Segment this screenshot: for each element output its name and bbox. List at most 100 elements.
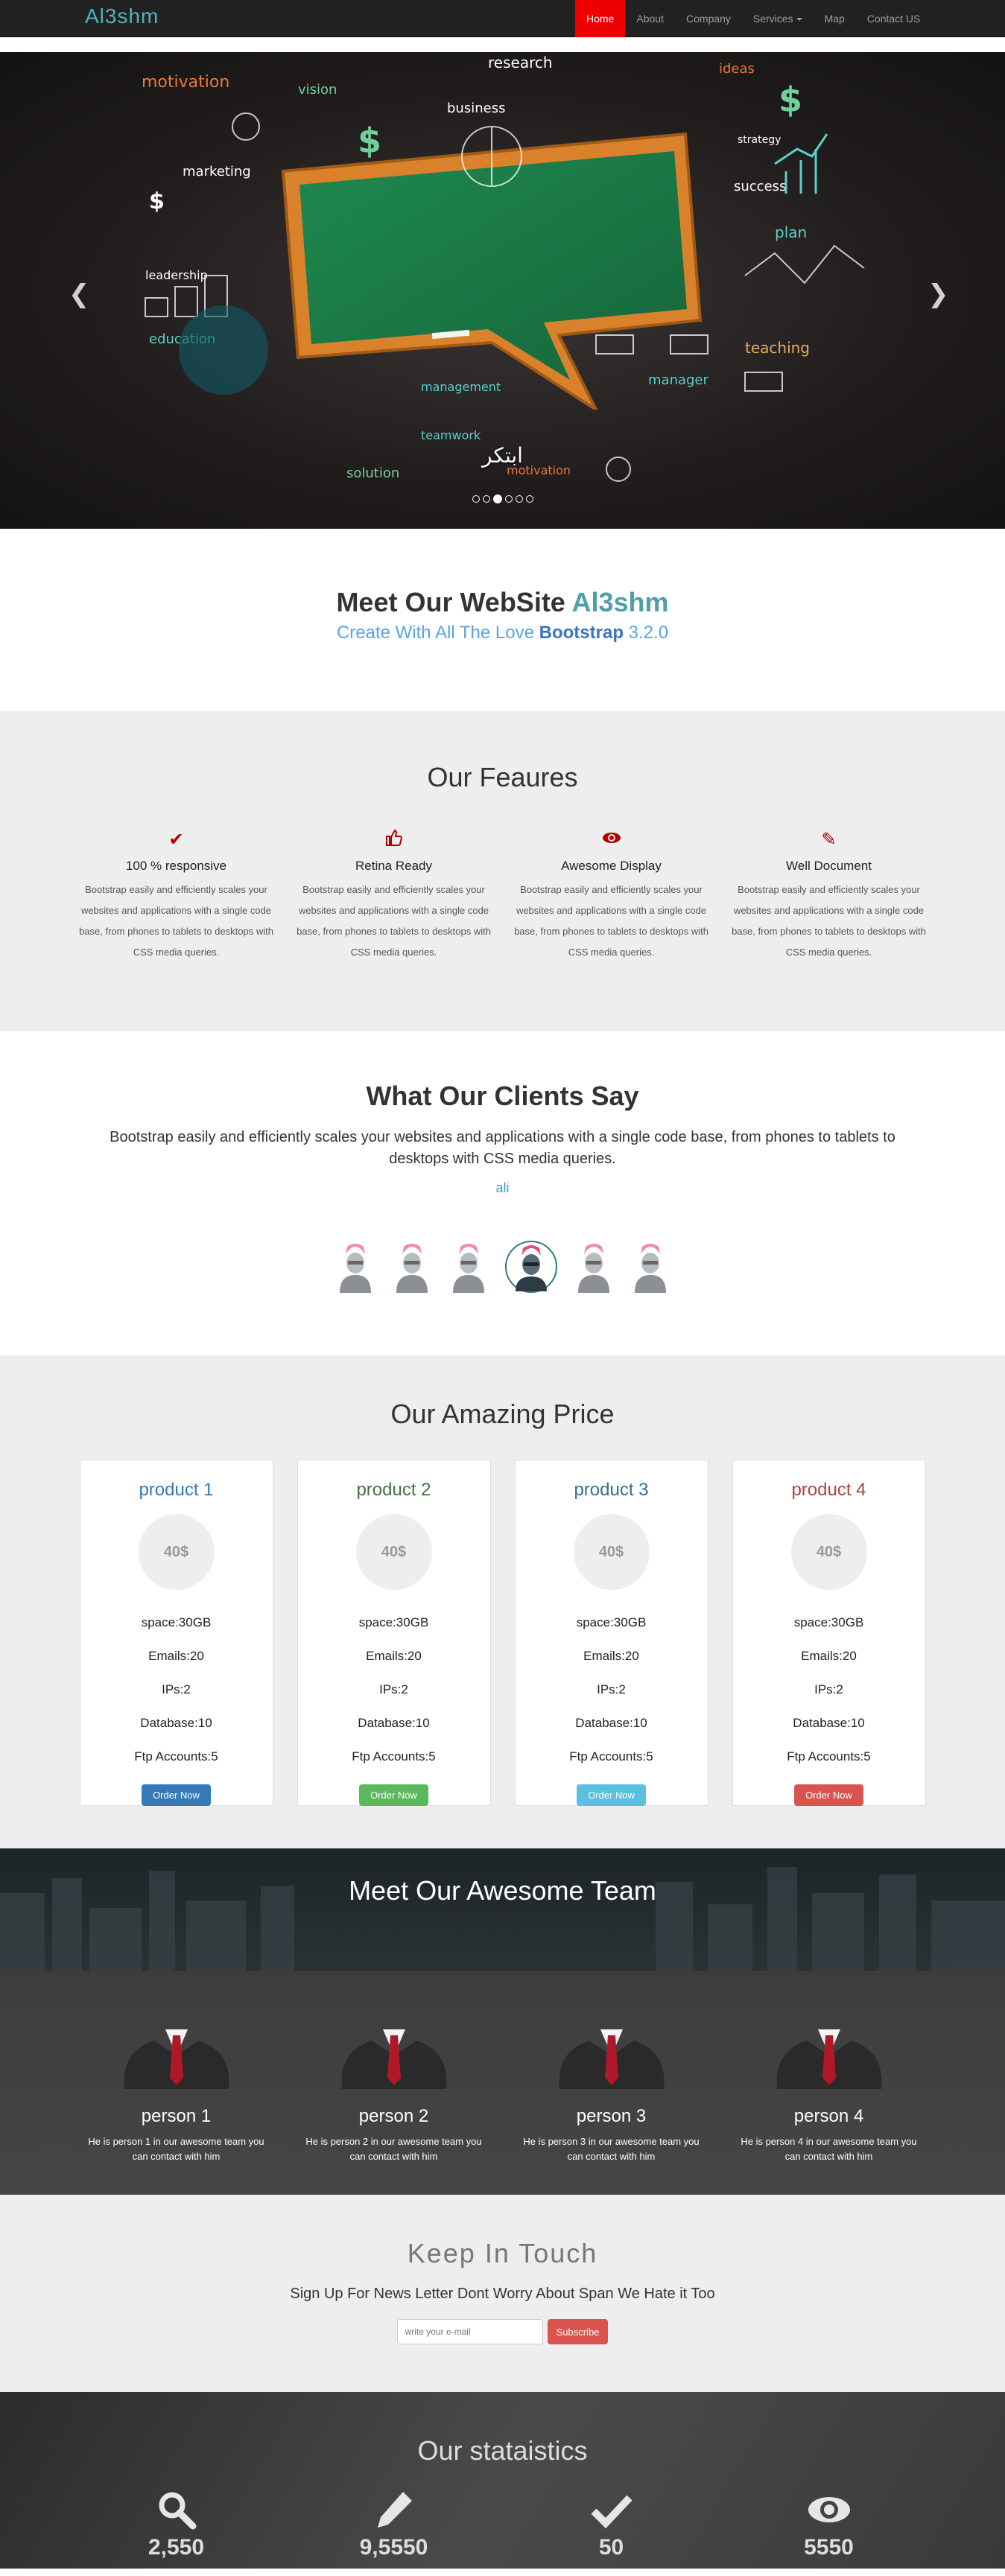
client-avatar-selected[interactable] bbox=[504, 1241, 557, 1293]
feature-title: Well Document bbox=[786, 859, 872, 873]
team-row: person 1 He is person 1 in our awesome t… bbox=[0, 2022, 1005, 2164]
caret-down-icon bbox=[796, 18, 802, 22]
client-avatar[interactable] bbox=[448, 1241, 489, 1293]
plan-feature: Emails:20 bbox=[366, 1649, 422, 1663]
intro-title-highlight: Al3shm bbox=[571, 587, 669, 617]
plan-feature: space:30GB bbox=[141, 1615, 212, 1629]
eye-icon bbox=[720, 2489, 938, 2535]
carousel-indicator[interactable] bbox=[482, 495, 490, 503]
doodle-label: solution bbox=[346, 465, 400, 481]
nav-item-about[interactable]: About bbox=[625, 0, 675, 37]
suit-avatar-icon bbox=[559, 2029, 664, 2089]
carousel-indicator[interactable] bbox=[472, 495, 480, 503]
suit-avatar-icon bbox=[124, 2029, 229, 2089]
stat-value: 2,550 bbox=[148, 2535, 205, 2560]
plan-features: space:30GB Emails:20 IPs:2 Database:10 F… bbox=[516, 1615, 708, 1783]
plan-feature: IPs:2 bbox=[162, 1682, 191, 1696]
feature-text: Bootstrap easily and efficiently scales … bbox=[297, 884, 491, 958]
thumbs-up-icon bbox=[285, 829, 503, 853]
pricing-card: product 3 40$ space:30GB Emails:20 IPs:2… bbox=[514, 1460, 708, 1806]
email-input[interactable] bbox=[396, 2319, 543, 2344]
brand-logo[interactable]: Al3shm bbox=[85, 4, 159, 28]
doodle-label: teamwork bbox=[421, 428, 481, 442]
client-avatar[interactable] bbox=[574, 1241, 614, 1293]
carousel-next-chevron-icon[interactable]: ❯ bbox=[928, 279, 949, 309]
features-section: Our Feaures ✔ 100 % responsive Bootstrap… bbox=[0, 711, 1005, 1031]
svg-text:$: $ bbox=[149, 188, 165, 214]
doodle-label: plan bbox=[775, 223, 808, 241]
pencil-icon bbox=[285, 2489, 503, 2535]
intro-subtitle-prefix: Create With All The Love bbox=[336, 623, 534, 643]
pricing-card: product 1 40$ space:30GB Emails:20 IPs:2… bbox=[79, 1460, 273, 1806]
plan-feature: Emails:20 bbox=[148, 1649, 204, 1663]
order-now-button[interactable]: Order Now bbox=[359, 1784, 428, 1806]
team-member: person 3 He is person 3 in our awesome t… bbox=[503, 2022, 720, 2164]
stat-item: 50 bbox=[503, 2489, 720, 2560]
doodle-label: leadership bbox=[145, 268, 208, 282]
doodle-label: business bbox=[447, 101, 506, 116]
stat-value: 9,5550 bbox=[359, 2535, 428, 2560]
plan-feature: Ftp Accounts:5 bbox=[352, 1749, 436, 1764]
carousel-indicator[interactable] bbox=[515, 495, 523, 503]
order-now-button[interactable]: Order Now bbox=[142, 1784, 211, 1806]
suit-avatar-icon bbox=[776, 2029, 881, 2089]
client-avatar[interactable] bbox=[335, 1241, 375, 1293]
order-now-button[interactable]: Order Now bbox=[794, 1784, 863, 1806]
carousel-indicator[interactable] bbox=[504, 495, 513, 503]
testimonial-author: ali bbox=[495, 1180, 510, 1195]
feature-item: ✔ 100 % responsive Bootstrap easily and … bbox=[68, 829, 285, 963]
client-avatar[interactable] bbox=[392, 1241, 432, 1293]
newsletter-title: Keep In Touch bbox=[407, 2238, 598, 2268]
plan-name: product 1 bbox=[139, 1480, 214, 1500]
intro-subtitle-bold: Bootstrap bbox=[539, 623, 624, 643]
team-member: person 2 He is person 2 in our awesome t… bbox=[285, 2022, 503, 2164]
pricing-row: product 1 40$ space:30GB Emails:20 IPs:2… bbox=[0, 1460, 1005, 1806]
team-member: person 4 He is person 4 in our awesome t… bbox=[720, 2022, 938, 2164]
pricing-section: Our Amazing Price product 1 40$ space:30… bbox=[0, 1355, 1005, 1848]
carousel-indicator[interactable] bbox=[525, 495, 533, 503]
carousel-indicator-active[interactable] bbox=[492, 494, 502, 503]
feature-item: ✎ Well Document Bootstrap easily and eff… bbox=[720, 829, 938, 963]
navbar: Al3shm Home About Company Services Map C… bbox=[0, 0, 1005, 37]
stat-value: 5550 bbox=[804, 2535, 854, 2560]
nav-item-company[interactable]: Company bbox=[675, 0, 742, 37]
feature-item: Retina Ready Bootstrap easily and effici… bbox=[285, 829, 503, 963]
order-now-button[interactable]: Order Now bbox=[577, 1784, 646, 1806]
plan-price: 40$ bbox=[355, 1514, 432, 1590]
carousel-prev-chevron-icon[interactable]: ❮ bbox=[69, 279, 90, 309]
plan-name: product 3 bbox=[574, 1480, 649, 1500]
feature-title: 100 % responsive bbox=[125, 859, 227, 873]
client-avatar[interactable] bbox=[630, 1241, 670, 1293]
plan-price: 40$ bbox=[573, 1514, 650, 1590]
plan-feature: Ftp Accounts:5 bbox=[787, 1749, 871, 1764]
plan-feature: Database:10 bbox=[575, 1716, 647, 1730]
team-member-name: person 2 bbox=[358, 2106, 429, 2126]
doodle-label: strategy bbox=[738, 134, 782, 146]
stat-item: 5550 bbox=[720, 2489, 938, 2560]
feature-text: Bootstrap easily and efficiently scales … bbox=[514, 884, 708, 958]
feature-item: Awesome Display Bootstrap easily and eff… bbox=[503, 829, 720, 963]
subscribe-button[interactable]: Subscribe bbox=[547, 2319, 609, 2344]
pricing-title: Our Amazing Price bbox=[390, 1399, 615, 1429]
newsletter-section: Keep In Touch Sign Up For News Letter Do… bbox=[0, 2195, 1005, 2392]
team-member-bio: He is person 4 in our awesome team you c… bbox=[741, 2136, 917, 2162]
feature-title: Retina Ready bbox=[355, 859, 432, 873]
plan-feature: Emails:20 bbox=[801, 1649, 857, 1663]
nav-item-services[interactable]: Services bbox=[742, 0, 814, 37]
feature-text: Bootstrap easily and efficiently scales … bbox=[79, 884, 273, 958]
plan-feature: Database:10 bbox=[140, 1716, 212, 1730]
nav-item-map[interactable]: Map bbox=[814, 0, 856, 37]
pricing-card: product 2 40$ space:30GB Emails:20 IPs:2… bbox=[297, 1460, 491, 1806]
intro-title-prefix: Meet Our WebSite bbox=[336, 587, 565, 617]
plan-feature: Ftp Accounts:5 bbox=[134, 1749, 218, 1764]
plan-price: 40$ bbox=[138, 1514, 215, 1590]
nav-item-home[interactable]: Home bbox=[575, 0, 626, 37]
nav-item-contact[interactable]: Contact US bbox=[856, 0, 932, 37]
search-icon bbox=[68, 2489, 285, 2535]
stat-value: 50 bbox=[598, 2535, 624, 2560]
plan-feature: space:30GB bbox=[576, 1615, 647, 1629]
stat-item: 9,5550 bbox=[285, 2489, 503, 2560]
intro-subtitle-version: 3.2.0 bbox=[628, 623, 669, 643]
plan-features: space:30GB Emails:20 IPs:2 Database:10 F… bbox=[298, 1615, 490, 1783]
team-member: person 1 He is person 1 in our awesome t… bbox=[68, 2022, 285, 2164]
